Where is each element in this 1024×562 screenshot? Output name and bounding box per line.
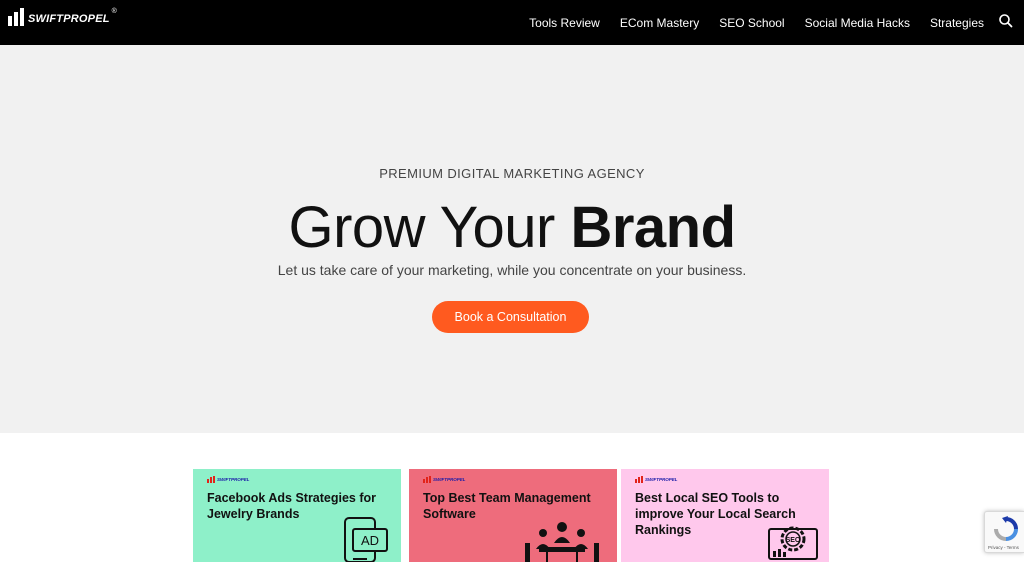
- nav-strategies[interactable]: Strategies: [930, 16, 984, 30]
- nav-seo-school[interactable]: SEO School: [719, 16, 784, 30]
- registered-mark: ®: [111, 7, 117, 15]
- nav-ecom-mastery[interactable]: ECom Mastery: [620, 16, 699, 30]
- recaptcha-footer[interactable]: Privacy - Terms: [988, 545, 1019, 550]
- card-brand-text: SWIFTPROPEL: [217, 477, 250, 482]
- hero-headline: Grow Your Brand: [0, 193, 1024, 263]
- hero-subtitle: Let us take care of your marketing, whil…: [277, 262, 747, 278]
- post-card-facebook-ads[interactable]: SWIFTPROPEL Facebook Ads Strategies for …: [193, 469, 401, 562]
- nav-social-media-hacks[interactable]: Social Media Hacks: [805, 16, 910, 30]
- site-logo[interactable]: SWIFTPROPEL ®: [8, 8, 119, 26]
- seo-icon-text: SEO: [786, 537, 801, 544]
- seo-gear-icon: SEO: [768, 526, 818, 560]
- logo-bars-icon: [8, 8, 24, 26]
- recaptcha-icon: [994, 516, 1018, 541]
- headline-bold: Brand: [570, 195, 736, 260]
- recaptcha-badge[interactable]: Privacy - Terms: [984, 511, 1024, 553]
- main-nav: Tools Review ECom Mastery SEO School Soc…: [509, 0, 984, 45]
- post-title[interactable]: Top Best Team Management Software: [423, 490, 609, 522]
- post-card-local-seo-tools[interactable]: SWIFTPROPEL Best Local SEO Tools to impr…: [621, 469, 829, 562]
- search-icon: [999, 14, 1013, 28]
- card-brand-logo: SWIFTPROPEL: [635, 476, 678, 483]
- card-brand-logo: SWIFTPROPEL: [207, 476, 250, 483]
- nav-tools-review[interactable]: Tools Review: [529, 16, 600, 30]
- hero-section: PREMIUM DIGITAL MARKETING AGENCY Grow Yo…: [0, 45, 1024, 433]
- logo-bars-icon: [635, 476, 643, 483]
- ad-icon-text: AD: [361, 533, 379, 548]
- team-meeting-icon: [525, 522, 599, 562]
- search-button[interactable]: [996, 11, 1016, 31]
- post-card-team-management[interactable]: SWIFTPROPEL Top Best Team Management Sof…: [409, 469, 617, 562]
- book-consultation-button[interactable]: Book a Consultation: [432, 301, 589, 333]
- headline-light: Grow Your: [288, 195, 571, 260]
- logo-text: SWIFTPROPEL: [28, 13, 110, 25]
- card-brand-text: SWIFTPROPEL: [433, 477, 466, 482]
- hero-eyebrow: PREMIUM DIGITAL MARKETING AGENCY: [379, 166, 645, 181]
- ad-phone-icon: AD: [344, 517, 388, 562]
- logo-bars-icon: [207, 476, 215, 483]
- site-header: SWIFTPROPEL ® Tools Review ECom Mastery …: [0, 0, 1024, 45]
- card-brand-text: SWIFTPROPEL: [645, 477, 678, 482]
- card-brand-logo: SWIFTPROPEL: [423, 476, 466, 483]
- logo-bars-icon: [423, 476, 431, 483]
